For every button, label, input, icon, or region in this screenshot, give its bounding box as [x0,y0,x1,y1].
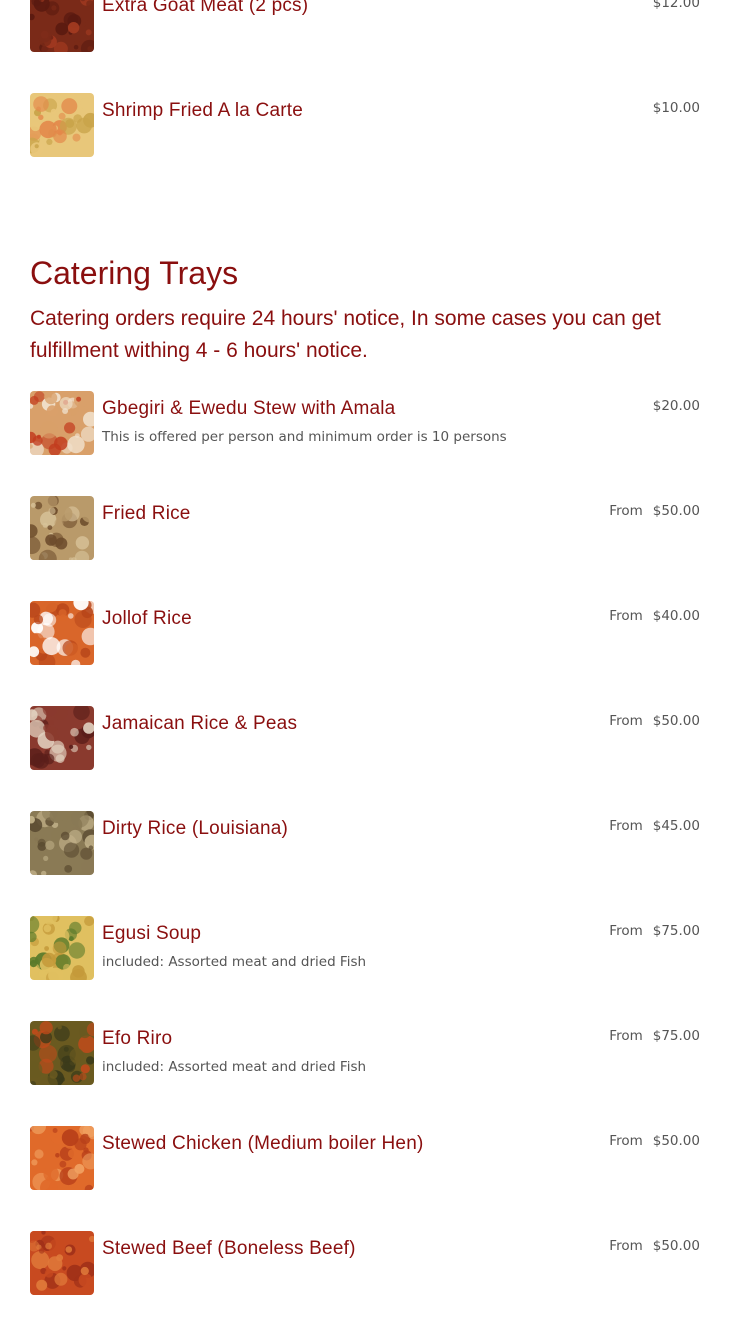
menu-item[interactable]: Extra Goat Meat (2 pcs) $12.00 [0,0,730,93]
menu-item-price-wrap: $12.00 [653,0,700,11]
catering-item-list: Gbegiri & Ewedu Stew with Amala This is o… [0,391,730,1336]
menu-item[interactable]: Jamaican Rice & Peas From $50.00 [0,706,730,811]
menu-item-price: $20.00 [652,398,700,414]
menu-item-price-wrap: From $50.00 [609,1133,700,1149]
rice-and-peas-image[interactable] [30,706,94,770]
menu-item[interactable]: Dirty Rice (Louisiana) From $45.00 [0,811,730,916]
goat-meat-image[interactable] [30,0,94,52]
stewed-chicken-image[interactable] [30,1126,94,1190]
price-from-label: From [609,713,643,729]
menu-item-price-wrap: From $75.00 [609,923,700,939]
section-title: Catering Trays [30,255,239,291]
price-from-label: From [609,1133,643,1149]
menu-item-name[interactable]: Efo Riro [102,1028,172,1050]
menu-item-price: $40.00 [652,608,700,624]
menu-item[interactable]: Egusi Soup included: Assorted meat and dr… [0,916,730,1021]
menu-item-price-wrap: From $40.00 [609,608,700,624]
menu-item[interactable]: Gbegiri & Ewedu Stew with Amala This is o… [0,391,730,496]
menu-item-price: $50.00 [652,713,700,729]
menu-item-price-wrap: $10.00 [653,100,700,116]
menu-item-price: $50.00 [652,1133,700,1149]
price-from-label: From [609,1238,643,1254]
menu-item-price: $50.00 [652,1238,700,1254]
menu-item-price: $75.00 [652,923,700,939]
menu-item-price: $12.00 [652,0,700,11]
menu-item-description: This is offered per person and minimum o… [102,429,507,445]
jollof-rice-image[interactable] [30,601,94,665]
gbegiri-stew-image[interactable] [30,391,94,455]
top-item-list: Extra Goat Meat (2 pcs) $12.00 Shrimp Frie… [0,0,730,198]
menu-item-price-wrap: From $50.00 [609,713,700,729]
menu-item-price: $45.00 [652,818,700,834]
menu-item-price-wrap: From $75.00 [609,1028,700,1044]
price-from-label: From [609,1028,643,1044]
menu-item-name[interactable]: Egusi Soup [102,923,201,945]
menu-item-price-wrap: From $50.00 [609,503,700,519]
menu-item-description: included: Assorted meat and dried Fish [102,1059,367,1075]
menu-item-price-wrap: $20.00 [653,398,700,414]
shrimp-fried-rice-image[interactable] [30,93,94,157]
menu-item[interactable]: Shrimp Fried A la Carte $10.00 [0,93,730,198]
egusi-soup-image[interactable] [30,916,94,980]
menu-item-name[interactable]: Extra Goat Meat (2 pcs) [102,0,308,17]
menu-item-name[interactable]: Gbegiri & Ewedu Stew with Amala [102,398,395,420]
menu-item[interactable]: Stewed Chicken (Medium boiler Hen) From $5… [0,1126,730,1231]
menu-item[interactable]: Efo Riro included: Assorted meat and drie… [0,1021,730,1126]
price-from-label: From [609,818,643,834]
menu-viewport: Extra Goat Meat (2 pcs) $12.00 Shrimp Frie… [0,0,730,1336]
menu-item-name[interactable]: Jamaican Rice & Peas [102,713,297,735]
price-from-label: From [609,608,643,624]
menu-item[interactable]: Stewed Beef (Boneless Beef) From $50.00 [0,1231,730,1336]
menu-item-price: $75.00 [652,1028,700,1044]
dirty-rice-image[interactable] [30,811,94,875]
menu-item-name[interactable]: Jollof Rice [102,608,192,630]
menu-item-price-wrap: From $50.00 [609,1238,700,1254]
fried-rice-image[interactable] [30,496,94,560]
menu-item-name[interactable]: Fried Rice [102,503,191,525]
menu-item-name[interactable]: Shrimp Fried A la Carte [102,100,303,122]
menu-item[interactable]: Fried Rice From $50.00 [0,496,730,601]
menu-item-description: included: Assorted meat and dried Fish [102,954,367,970]
price-from-label: From [609,923,643,939]
menu-item-name[interactable]: Dirty Rice (Louisiana) [102,818,288,840]
menu-item-name[interactable]: Stewed Beef (Boneless Beef) [102,1238,356,1260]
menu-item-price-wrap: From $45.00 [609,818,700,834]
menu-item[interactable]: Jollof Rice From $40.00 [0,601,730,706]
efo-riro-image[interactable] [30,1021,94,1085]
menu-item-price: $10.00 [652,100,700,116]
menu-item-price: $50.00 [652,503,700,519]
catering-notice: Catering orders require 24 hours' notice… [30,307,661,362]
stewed-beef-image[interactable] [30,1231,94,1295]
menu-item-name[interactable]: Stewed Chicken (Medium boiler Hen) [102,1133,424,1155]
catering-section: Catering Trays Catering orders require 2… [0,253,730,391]
price-from-label: From [609,503,643,519]
